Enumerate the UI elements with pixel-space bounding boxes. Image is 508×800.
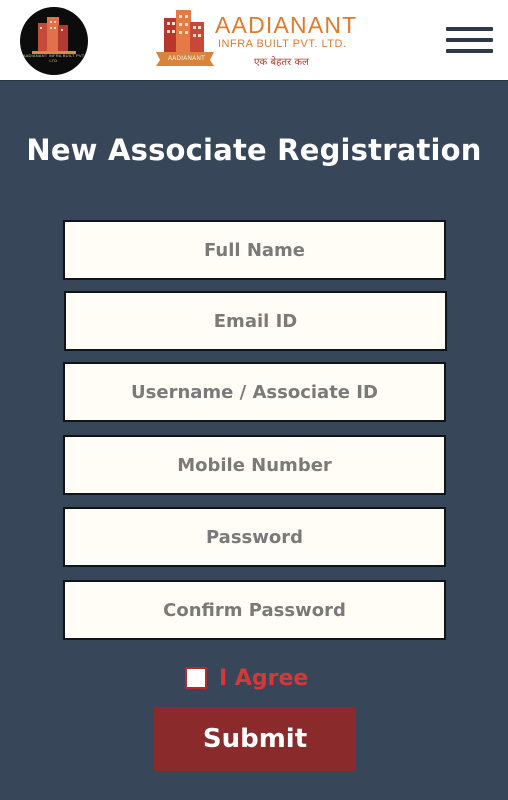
confirm-password-input[interactable] (63, 580, 446, 640)
logo-small-text: AADIANANT INFRA BUILT PVT. LTD. (22, 53, 86, 63)
full-name-input[interactable] (63, 220, 446, 280)
app-header: AADIANANT INFRA BUILT PVT. LTD. AADIANAN… (0, 0, 508, 81)
page-title: New Associate Registration (26, 133, 482, 167)
menu-bar (446, 27, 493, 31)
username-input[interactable] (63, 362, 446, 422)
building-logo-icon (32, 17, 76, 54)
menu-bar (446, 38, 493, 42)
brand-name: AADIANANT (215, 12, 358, 38)
agree-row: I Agree (185, 664, 308, 692)
buildings-icon (156, 10, 214, 66)
email-input[interactable] (64, 291, 447, 351)
password-input[interactable] (63, 507, 446, 567)
hamburger-menu-icon[interactable] (446, 25, 493, 55)
brand-subtitle: INFRA BUILT PVT. LTD. (218, 38, 347, 50)
brand-logo[interactable]: AADIANANT AADIANANT INFRA BUILT PVT. LTD… (156, 8, 356, 72)
logo-circle[interactable]: AADIANANT INFRA BUILT PVT. LTD. (20, 7, 88, 75)
agree-checkbox[interactable] (185, 667, 207, 689)
brand-tagline: एक बेहतर कल (254, 57, 309, 68)
submit-button[interactable]: Submit (154, 707, 356, 771)
menu-bar (446, 49, 493, 53)
ribbon-label: AADIANANT (168, 56, 206, 62)
mobile-number-input[interactable] (63, 435, 446, 495)
agree-label[interactable]: I Agree (219, 666, 308, 691)
